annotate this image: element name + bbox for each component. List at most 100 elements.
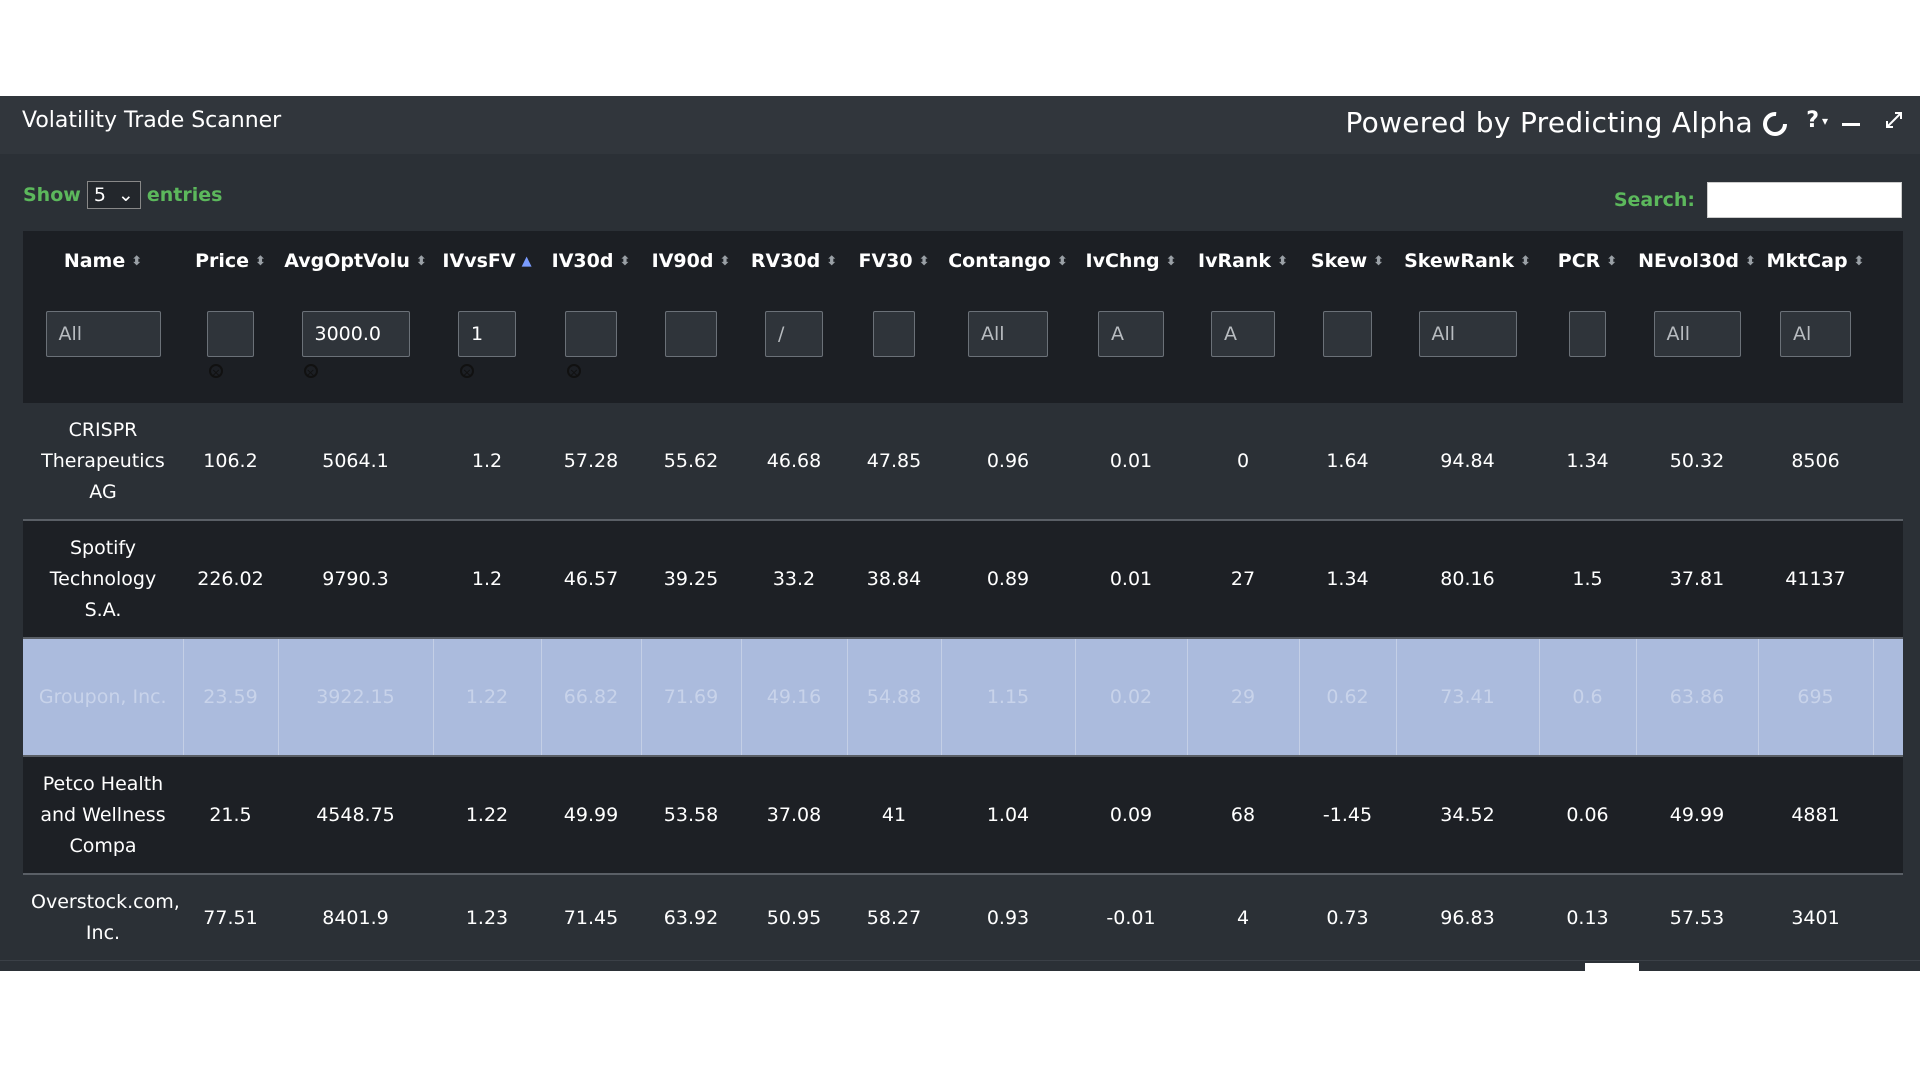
sort-icon: ⬍ <box>1056 254 1068 269</box>
filter-input-pcr[interactable] <box>1569 311 1606 357</box>
app-title: Volatility Trade Scanner <box>22 108 282 133</box>
column-header-skew[interactable]: Skew ⬍ <box>1299 231 1396 291</box>
column-header-avgoptvolu[interactable]: AvgOptVolu ⬍ <box>278 231 433 291</box>
table-row[interactable]: Petco Health and Wellness Compa 21.5 4548.… <box>23 756 1903 875</box>
sort-icon: ⬍ <box>619 254 631 269</box>
filter-input-ivvsfv[interactable]: 1 <box>458 311 516 357</box>
search-label: Search: <box>1613 189 1695 211</box>
column-header-fv30[interactable]: FV30 ⬍ <box>847 231 941 291</box>
clear-filter-icon[interactable]: × <box>460 364 474 379</box>
filter-input-skew[interactable] <box>1323 311 1372 357</box>
table-row[interactable]: CRISPR Therapeutics AG 106.2 5064.1 1.2 57.2… <box>23 403 1903 521</box>
horizontal-scrollbar[interactable] <box>0 960 1920 971</box>
column-header-ivchng[interactable]: IvChng ⬍ <box>1075 231 1187 291</box>
cell-ivrank: 29 <box>1187 638 1300 757</box>
cell-skewrank: 96.83 <box>1396 874 1539 949</box>
cell-skew: 1.34 <box>1299 520 1396 639</box>
column-header-i[interactable]: I <box>1873 231 1903 291</box>
column-header-iv30d[interactable]: IV30d ⬍ <box>541 231 641 291</box>
column-header-name[interactable]: Name ⬍ <box>23 231 183 291</box>
help-button[interactable]: ? ▾ <box>1806 108 1828 133</box>
sort-icon: ⬍ <box>1165 254 1177 269</box>
cell-skew: 1.64 <box>1299 403 1396 521</box>
cell-mktcap: 3401 <box>1758 874 1873 949</box>
table-row[interactable]: Overstock.com, Inc. 77.51 8401.9 1.23 71.45 6… <box>23 874 1903 949</box>
filter-input-avgoptvolu[interactable]: 3000.0 <box>301 311 410 357</box>
column-header-rv30d[interactable]: RV30d ⬍ <box>741 231 847 291</box>
filter-cell: All <box>1396 291 1539 403</box>
cell-name: CRISPR Therapeutics AG <box>23 403 183 521</box>
sort-icon: ⬍ <box>1853 254 1865 269</box>
sort-icon: ⬍ <box>255 254 266 269</box>
column-header-label: AvgOptVolu <box>284 250 410 272</box>
maximize-icon[interactable] <box>1884 110 1904 134</box>
clear-filter-icon[interactable]: × <box>303 364 318 379</box>
filter-input-iv30d[interactable] <box>565 311 617 357</box>
cell-skew: -1.45 <box>1299 756 1396 875</box>
column-header-label: NEvol30d <box>1638 250 1739 272</box>
filter-input-mktcap[interactable]: Al <box>1780 311 1851 357</box>
filter-cell: All <box>941 291 1075 403</box>
search-input[interactable] <box>1707 182 1902 218</box>
filter-input-name[interactable]: All <box>45 311 161 357</box>
column-header-skewrank[interactable]: SkewRank ⬍ <box>1396 231 1539 291</box>
filter-cell: 1 × <box>433 291 541 403</box>
table-row[interactable]: Groupon, Inc. 23.59 3922.15 1.22 66.82 71.69 4… <box>23 638 1903 757</box>
clear-filter-icon[interactable]: × <box>209 364 223 379</box>
cell-ivvsfv: 1.2 <box>433 520 541 639</box>
sort-icon: ⬍ <box>1277 254 1288 269</box>
cell-ivchng: 0.01 <box>1075 520 1187 639</box>
scrollbar-thumb[interactable] <box>1585 963 1639 971</box>
column-header-ivrank[interactable]: IvRank ⬍ <box>1187 231 1299 291</box>
table-body: CRISPR Therapeutics AG 106.2 5064.1 1.2 57.2… <box>23 403 1903 949</box>
column-header-iv90d[interactable]: IV90d ⬍ <box>641 231 741 291</box>
sort-icon: ⬍ <box>1606 254 1618 269</box>
column-header-pcr[interactable]: PCR ⬍ <box>1539 231 1636 291</box>
cell-iv90d: 53.58 <box>641 756 741 875</box>
filter-input-price[interactable] <box>207 311 254 357</box>
sort-icon: ⬍ <box>415 254 427 269</box>
filter-input-ivrank[interactable]: A <box>1211 311 1275 357</box>
column-header-nevol30d[interactable]: NEvol30d ⬍ <box>1636 231 1758 291</box>
column-header-mktcap[interactable]: MktCap ⬍ <box>1758 231 1873 291</box>
cell-rv30d: 46.68 <box>741 403 847 521</box>
cell-nevol30d: 49.99 <box>1636 756 1758 875</box>
cell-mktcap: 695 <box>1758 638 1874 757</box>
cell-nevol30d: 37.81 <box>1636 520 1758 639</box>
title-bar: Volatility Trade Scanner Powered by Pred… <box>0 96 1920 154</box>
cell-avgoptvolu: 8401.9 <box>278 874 433 949</box>
cell-skew: 0.62 <box>1299 638 1397 757</box>
cell-ivvsfv: 1.23 <box>433 874 541 949</box>
column-header-contango[interactable]: Contango ⬍ <box>941 231 1075 291</box>
column-header-ivvsfv[interactable]: IVvsFV ▲ <box>433 231 541 291</box>
cell-i <box>1873 874 1903 949</box>
filter-input-contango[interactable]: All <box>968 311 1048 357</box>
cell-iv30d: 71.45 <box>541 874 641 949</box>
cell-mktcap: 41137 <box>1758 520 1873 639</box>
column-header-price[interactable]: Price ⬍ <box>183 231 278 291</box>
page-size-select[interactable]: 5 ⌄ <box>86 181 141 209</box>
filter-input-skewrank[interactable]: All <box>1418 311 1517 357</box>
help-icon: ? <box>1806 108 1819 133</box>
cell-name: Spotify Technology S.A. <box>23 520 183 639</box>
filter-input-nevol30d[interactable]: All <box>1653 311 1741 357</box>
filter-cell <box>641 291 741 403</box>
clear-filter-icon[interactable]: × <box>567 364 581 379</box>
filter-cell <box>1299 291 1396 403</box>
cell-iv90d: 71.69 <box>641 638 742 757</box>
filter-cell: × <box>541 291 641 403</box>
cell-ivvsfv: 1.22 <box>433 638 542 757</box>
cell-iv90d: 55.62 <box>641 403 741 521</box>
cell-avgoptvolu: 4548.75 <box>278 756 433 875</box>
cell-avgoptvolu: 9790.3 <box>278 520 433 639</box>
filter-input-ivchng[interactable]: A <box>1098 311 1164 357</box>
cell-ivchng: 0.01 <box>1075 403 1187 521</box>
cell-contango: 0.89 <box>941 520 1075 639</box>
filter-input-fv30[interactable] <box>873 311 915 357</box>
page-size-value: 5 <box>93 184 106 206</box>
filter-input-rv30d[interactable]: / <box>765 311 823 357</box>
filter-input-iv90d[interactable] <box>665 311 717 357</box>
column-header-label: RV30d <box>750 250 821 272</box>
minimize-icon[interactable] <box>1842 123 1860 126</box>
table-row[interactable]: Spotify Technology S.A. 226.02 9790.3 1.2 46… <box>23 520 1903 639</box>
